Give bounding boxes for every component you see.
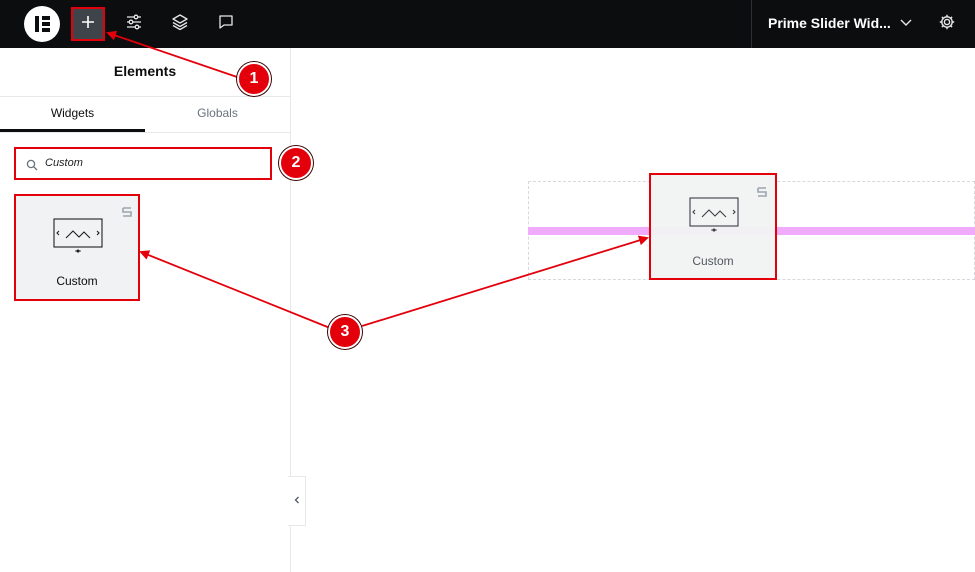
panel-tabs: Widgets Globals	[0, 96, 290, 133]
layers-icon	[171, 13, 189, 36]
collapse-panel-button[interactable]	[288, 476, 306, 526]
highlight-add-button	[71, 7, 105, 41]
site-settings-button[interactable]	[118, 8, 150, 40]
comment-icon	[217, 13, 235, 36]
slider-widget-icon	[53, 218, 103, 259]
elements-panel: Elements Widgets Globals Custom	[0, 48, 291, 572]
tab-widgets[interactable]: Widgets	[0, 97, 145, 132]
widget-card-custom[interactable]: Custom	[14, 194, 140, 301]
pro-badge-icon	[757, 184, 767, 202]
elementor-logo-icon[interactable]	[24, 6, 60, 42]
notes-button[interactable]	[210, 8, 242, 40]
slider-widget-icon	[689, 197, 739, 238]
page-title[interactable]: Prime Slider Wid...	[768, 15, 891, 31]
gear-icon	[938, 13, 956, 36]
search-box	[14, 147, 272, 180]
search-icon	[26, 158, 38, 176]
chevron-down-icon	[899, 15, 913, 34]
widget-label: Custom	[56, 274, 98, 288]
callout-badge-2: 2	[279, 146, 313, 180]
settings-button[interactable]	[931, 8, 963, 40]
top-bar: Prime Slider Wid...	[0, 0, 975, 48]
chevron-left-icon	[293, 492, 301, 510]
search-input[interactable]	[45, 157, 245, 169]
pro-badge-icon	[122, 204, 132, 222]
callout-badge-3: 3	[328, 315, 362, 349]
tab-globals[interactable]: Globals	[145, 97, 290, 132]
structure-button[interactable]	[164, 8, 196, 40]
callout-badge-1: 1	[237, 62, 271, 96]
topbar-divider	[751, 0, 752, 48]
sliders-icon	[125, 13, 143, 36]
dragged-widget-card[interactable]: Custom	[649, 173, 777, 280]
page-menu-button[interactable]	[890, 8, 922, 40]
dragged-widget-label: Custom	[692, 254, 734, 268]
